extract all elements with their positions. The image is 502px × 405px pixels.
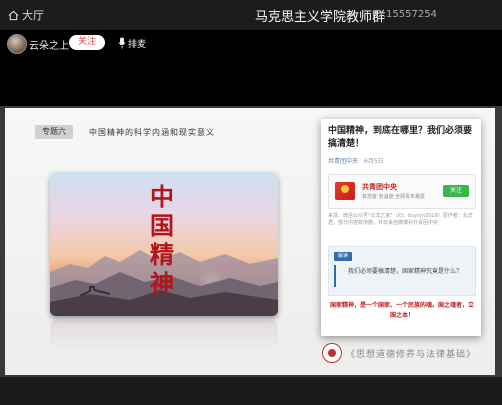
article-meta: 共青团中央 6月5日 [328, 156, 384, 165]
follow-button[interactable]: 关注 [69, 35, 105, 50]
microphone-icon[interactable] [118, 37, 126, 49]
host-name: 云朵之上 [29, 41, 69, 52]
lobby-button[interactable]: 大厅 [8, 7, 44, 23]
wechat-article-card: 中国精神，到底在哪里？我们必须要搞清楚！ 共青团中央 6月5日 共青团中央 有态度… [321, 119, 481, 336]
quiz-text: 我们必须要搞清楚，国家精神究竟是什么？ [347, 268, 462, 275]
article-source: 来源：微信公众号"北洋之家"（ID：buyxm2018）原作者：北洋君，部分内容… [328, 213, 473, 226]
topic-title: 中国精神的科学内涵和现实意义 [89, 128, 215, 137]
quiz-divider [334, 265, 336, 287]
article-date: 6月5日 [364, 158, 384, 165]
account-follow-button: 关注 [443, 185, 469, 197]
account-card: 共青团中央 有态度 有温度 全网青年最爱 关注 [328, 174, 476, 209]
china-spirit-poster: 中国精神 [50, 172, 278, 316]
account-desc: 有态度 有温度 全网青年最爱 [362, 194, 426, 200]
queue-mic-button[interactable]: 排麦 [128, 37, 146, 50]
article-author: 共青团中央 [328, 158, 359, 165]
account-name: 共青团中央 [362, 183, 397, 191]
youth-league-logo-icon [335, 182, 355, 200]
room-title: 马克思主义学院教师群 [255, 10, 386, 25]
quiz-tag: 解读 [334, 252, 352, 261]
bottom-bar [0, 377, 502, 405]
article-title: 中国精神，到底在哪里？我们必须要搞清楚！ [328, 126, 473, 149]
course-seal-row: 《思想道德修养与法律基础》 [320, 343, 495, 365]
host-bar: 云朵之上 关注 排麦 [0, 30, 502, 56]
shared-slide: 专题六 中国精神的科学内涵和现实意义 中国精神 中国精神，到底在哪里？我们必须要… [5, 108, 495, 375]
article-answer: 国家精神，是一个国家、一个民族的魂。国之魂者，立国之本！ [329, 302, 474, 319]
topic-tag: 专题六 [35, 125, 73, 139]
host-avatar[interactable] [7, 34, 27, 54]
video-top-band [0, 56, 502, 106]
quiz-box: 解读 我们必须要搞清楚，国家精神究竟是什么？ [328, 246, 476, 296]
poster-title: 中国精神 [150, 182, 174, 298]
room-id: ID:15557254 [372, 9, 437, 20]
room-header: 大厅 马克思主义学院教师群 ID:15557254 [0, 0, 502, 31]
seal-icon [322, 343, 342, 363]
lobby-label: 大厅 [22, 9, 44, 22]
home-icon [8, 10, 19, 20]
course-caption: 《思想道德修养与法律基础》 [346, 350, 477, 360]
poster-reflection [50, 320, 278, 350]
